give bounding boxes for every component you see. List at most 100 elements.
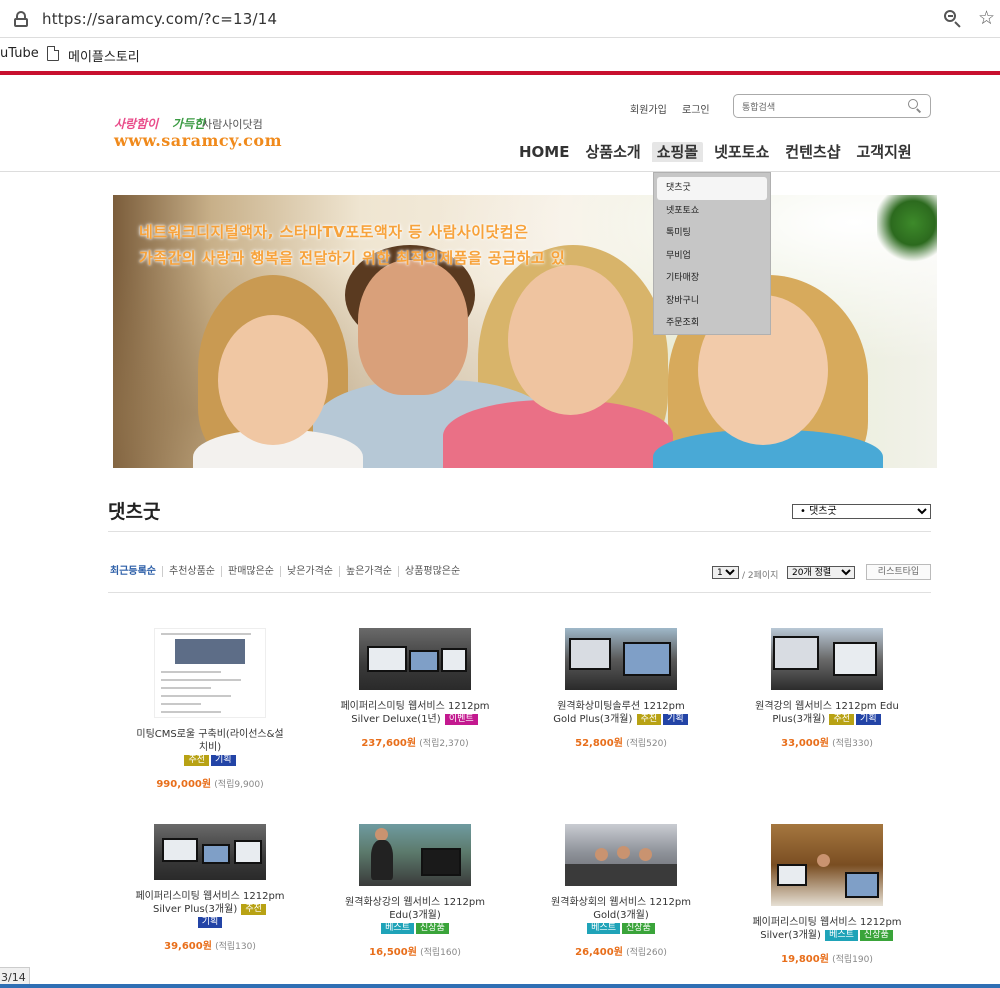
page-select[interactable]: 1	[712, 566, 739, 579]
list-type-button[interactable]: 리스트타입	[866, 564, 931, 580]
badge-planned: 기획	[663, 713, 688, 725]
product-price: 52,800원	[575, 738, 623, 749]
product-price: 237,600원	[361, 738, 417, 749]
nav-home[interactable]: HOME	[519, 142, 577, 162]
badge-recommended: 추천	[636, 713, 662, 725]
product-thumbnail[interactable]	[771, 628, 883, 690]
product-thumbnail[interactable]	[565, 628, 677, 690]
sort-recommended[interactable]: 추천상품순	[162, 566, 221, 577]
product-name[interactable]: 미팅CMS로울 구축비(라이선스&설치비) 추천 기획	[125, 728, 295, 767]
site-header: 사랑함이 가득한 사람사이닷컴 www.saramcy.com 회원가입 로그인…	[0, 75, 1000, 172]
dropdown-item-talkmeeting[interactable]: 톡미팅	[654, 222, 770, 245]
logo-tagline: 사람사이닷컴	[202, 118, 263, 131]
product-card[interactable]: 페이퍼리스미팅 웹서비스 1212pm Silver Deluxe(1년) 이벤…	[330, 628, 500, 749]
product-price: 16,500원	[369, 947, 417, 958]
price-line: 26,400원 (적립260)	[536, 943, 706, 958]
badge-planned: 기획	[197, 916, 223, 928]
product-name[interactable]: 페이퍼리스미팅 웹서비스 1212pm Silver Plus(3개월) 추천 기…	[125, 890, 295, 929]
price-line: 237,600원 (적립2,370)	[330, 734, 500, 749]
product-card[interactable]: 원격화상회의 웹서비스 1212pm Gold(3개월) 베스트 신상품 26,4…	[536, 824, 706, 958]
product-price: 26,400원	[575, 947, 623, 958]
product-name[interactable]: 페이퍼리스미팅 웹서비스 1212pm Silver Deluxe(1년) 이벤…	[330, 700, 500, 726]
product-points: (적립330)	[832, 739, 873, 749]
price-line: 52,800원 (적립520)	[536, 734, 706, 749]
dropdown-item-netphotoshow[interactable]: 넷포토쇼	[654, 200, 770, 223]
main-nav: HOME 상품소개 쇼핑몰 넷포토쇼 컨텐츠샵 고객지원	[519, 142, 920, 162]
product-thumbnail[interactable]	[359, 628, 471, 690]
product-card[interactable]: 원격강의 웹서비스 1212pm Edu Plus(3개월) 추천 기획 33,0…	[742, 628, 912, 749]
page-title: 댓츠굿	[108, 501, 161, 523]
product-thumbnail[interactable]	[359, 824, 471, 886]
price-line: 19,800원 (적립190)	[742, 950, 912, 965]
product-card[interactable]: 원격화상미팅솔루션 1212pm Gold Plus(3개월) 추천 기획 52,…	[536, 628, 706, 749]
nav-support[interactable]: 고객지원	[849, 142, 920, 162]
nav-products[interactable]: 상품소개	[577, 142, 648, 162]
bookmark-maplestory[interactable]: 메이플스토리	[68, 46, 140, 65]
product-card[interactable]: 미팅CMS로울 구축비(라이선스&설치비) 추천 기획 990,000원 (적립9…	[125, 628, 295, 790]
product-card[interactable]: 페이퍼리스미팅 웹서비스 1212pm Silver(3개월) 베스트 신상품 1…	[742, 824, 912, 965]
badge-event: 이벤트	[444, 713, 478, 725]
sort-high-price[interactable]: 높은가격순	[339, 566, 398, 577]
product-name[interactable]: 원격화상강의 웹서비스 1212pm Edu(3개월) 베스트 신상품	[330, 896, 500, 935]
product-points: (적립160)	[420, 948, 461, 958]
bookmarks-bar: uTube 메이플스토리	[0, 38, 1000, 70]
product-points: (적립9,900)	[214, 780, 264, 790]
login-link[interactable]: 로그인	[682, 105, 710, 116]
dropdown-item-movieup[interactable]: 무비업	[654, 245, 770, 268]
product-thumbnail[interactable]	[771, 824, 883, 906]
banner-slogan-line2: 가족간의 사랑과 행복을 전달하기 위한 최적의제품을 공급하고 있	[139, 249, 566, 267]
bottom-accent-bar	[0, 984, 1000, 988]
price-line: 33,000원 (적립330)	[742, 734, 912, 749]
divider	[108, 531, 931, 532]
dropdown-item-cart[interactable]: 장바구니	[654, 290, 770, 313]
badge-new: 신상품	[622, 922, 655, 934]
lock-icon[interactable]	[14, 11, 28, 27]
product-price: 33,000원	[781, 738, 829, 749]
logo-tagline-green: 가득한	[172, 117, 206, 131]
category-select[interactable]: • 댓츠굿	[792, 504, 931, 519]
signup-link[interactable]: 회원가입	[630, 105, 667, 116]
product-card[interactable]: 페이퍼리스미팅 웹서비스 1212pm Silver Plus(3개월) 추천 기…	[125, 824, 295, 952]
sort-low-price[interactable]: 낮은가격순	[280, 566, 339, 577]
search-input[interactable]	[734, 97, 894, 119]
url-text[interactable]: https://saramcy.com/?c=13/14	[42, 10, 277, 28]
product-card[interactable]: 원격화상강의 웹서비스 1212pm Edu(3개월) 베스트 신상품 16,50…	[330, 824, 500, 958]
sort-best-selling[interactable]: 판매많은순	[221, 566, 280, 577]
hero-banner: 네트워크디지털액자, 스타마TV포토액자 등 사람사이닷컴은 가족간의 사랑과 …	[113, 195, 937, 468]
product-name[interactable]: 페이퍼리스미팅 웹서비스 1212pm Silver(3개월) 베스트 신상품	[742, 916, 912, 942]
badge-planned: 기획	[211, 754, 236, 766]
nav-contents-shop[interactable]: 컨텐츠샵	[777, 142, 848, 162]
nav-netphotoshow[interactable]: 넷포토쇼	[706, 142, 777, 162]
badge-best: 베스트	[381, 922, 414, 934]
product-name[interactable]: 원격강의 웹서비스 1212pm Edu Plus(3개월) 추천 기획	[742, 700, 912, 726]
nav-shop[interactable]: 쇼핑몰	[651, 142, 704, 162]
dropdown-item-other-stores[interactable]: 기타매장	[654, 267, 770, 290]
sort-recent[interactable]: 최근등록순	[110, 566, 162, 577]
search-icon[interactable]	[908, 99, 922, 113]
logo-domain: www.saramcy.com	[114, 131, 282, 150]
product-thumbnail[interactable]	[154, 628, 266, 718]
product-price: 990,000원	[156, 779, 212, 790]
product-name[interactable]: 원격화상미팅솔루션 1212pm Gold Plus(3개월) 추천 기획	[536, 700, 706, 726]
bookmark-youtube[interactable]: uTube	[0, 46, 39, 61]
browser-address-bar: https://saramcy.com/?c=13/14 ☆	[0, 0, 1000, 38]
page-icon	[47, 46, 59, 61]
site-logo[interactable]: 사랑함이 가득한 사람사이닷컴 www.saramcy.com	[114, 111, 294, 161]
sort-options: 최근등록순 추천상품순 판매많은순 낮은가격순 높은가격순 상품평많은순	[110, 566, 466, 577]
badge-recommended: 추천	[184, 754, 209, 766]
product-name[interactable]: 원격화상회의 웹서비스 1212pm Gold(3개월) 베스트 신상품	[536, 896, 706, 935]
utility-links: 회원가입 로그인	[630, 101, 722, 116]
badge-recommended: 추천	[241, 903, 266, 915]
dropdown-item-order-lookup[interactable]: 주문조회	[654, 312, 770, 335]
product-points: (적립130)	[215, 942, 256, 952]
dropdown-item-thatsgood[interactable]: 댓츠굿	[657, 177, 767, 200]
product-thumbnail[interactable]	[565, 824, 677, 886]
bookmark-star-icon[interactable]: ☆	[978, 7, 995, 29]
product-points: (적립520)	[626, 739, 667, 749]
sort-most-reviews[interactable]: 상품평많은순	[398, 566, 466, 577]
zoom-icon[interactable]	[944, 10, 962, 28]
product-thumbnail[interactable]	[154, 824, 266, 880]
badge-best: 베스트	[587, 922, 620, 934]
per-page-select[interactable]: 20개 정렬	[787, 566, 855, 579]
product-points: (적립190)	[832, 955, 873, 965]
